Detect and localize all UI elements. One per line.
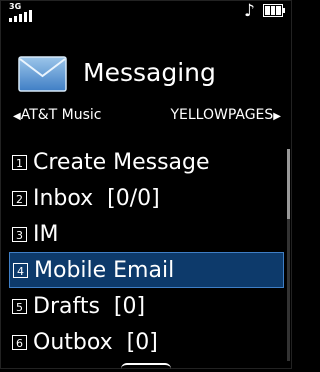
item-number: 4 [13,262,28,278]
nav-left-link[interactable]: ◀AT&T Music [13,105,102,127]
item-label: Outbox [0] [33,329,158,355]
signal-bars-icon [9,10,41,22]
menu-item-mobile-email[interactable]: 4 Mobile Email [9,252,284,288]
nav-right-link[interactable]: YELLOWPAGES▶ [170,105,281,127]
status-bar: 3G ♪ [1,1,293,23]
category-navigation: ◀AT&T Music YELLOWPAGES▶ [13,105,281,125]
menu-item-im[interactable]: 3 IM [9,216,284,252]
chevron-left-icon: ◀ [13,111,21,122]
chevron-right-icon: ▶ [273,111,281,122]
page-title: Messaging [83,58,216,87]
phone-screen: 3G ♪ Messaging ◀AT&T Music YELLOWPAGES▶ … [0,0,292,369]
item-number: 6 [12,334,27,350]
item-number: 3 [12,226,27,242]
item-label: IM [33,221,59,247]
item-number: 5 [12,298,27,314]
music-note-icon: ♪ [244,1,255,21]
messaging-menu: 1 Create Message 2 Inbox [0/0] 3 IM 4 Mo… [9,144,284,360]
softkey-center-indicator [121,363,171,372]
item-number: 1 [12,154,27,170]
envelope-icon [18,56,67,92]
scrollbar[interactable] [287,149,290,361]
battery-icon [263,4,285,17]
menu-item-inbox[interactable]: 2 Inbox [0/0] [9,180,284,216]
menu-item-create-message[interactable]: 1 Create Message [9,144,284,180]
menu-item-outbox[interactable]: 6 Outbox [0] [9,324,284,360]
item-label: Drafts [0] [33,293,146,319]
item-label: Create Message [33,149,210,175]
item-label: Mobile Email [34,257,175,283]
item-number: 2 [12,190,27,206]
item-label: Inbox [0/0] [33,185,160,211]
scrollbar-thumb[interactable] [287,149,290,219]
menu-item-drafts[interactable]: 5 Drafts [0] [9,288,284,324]
